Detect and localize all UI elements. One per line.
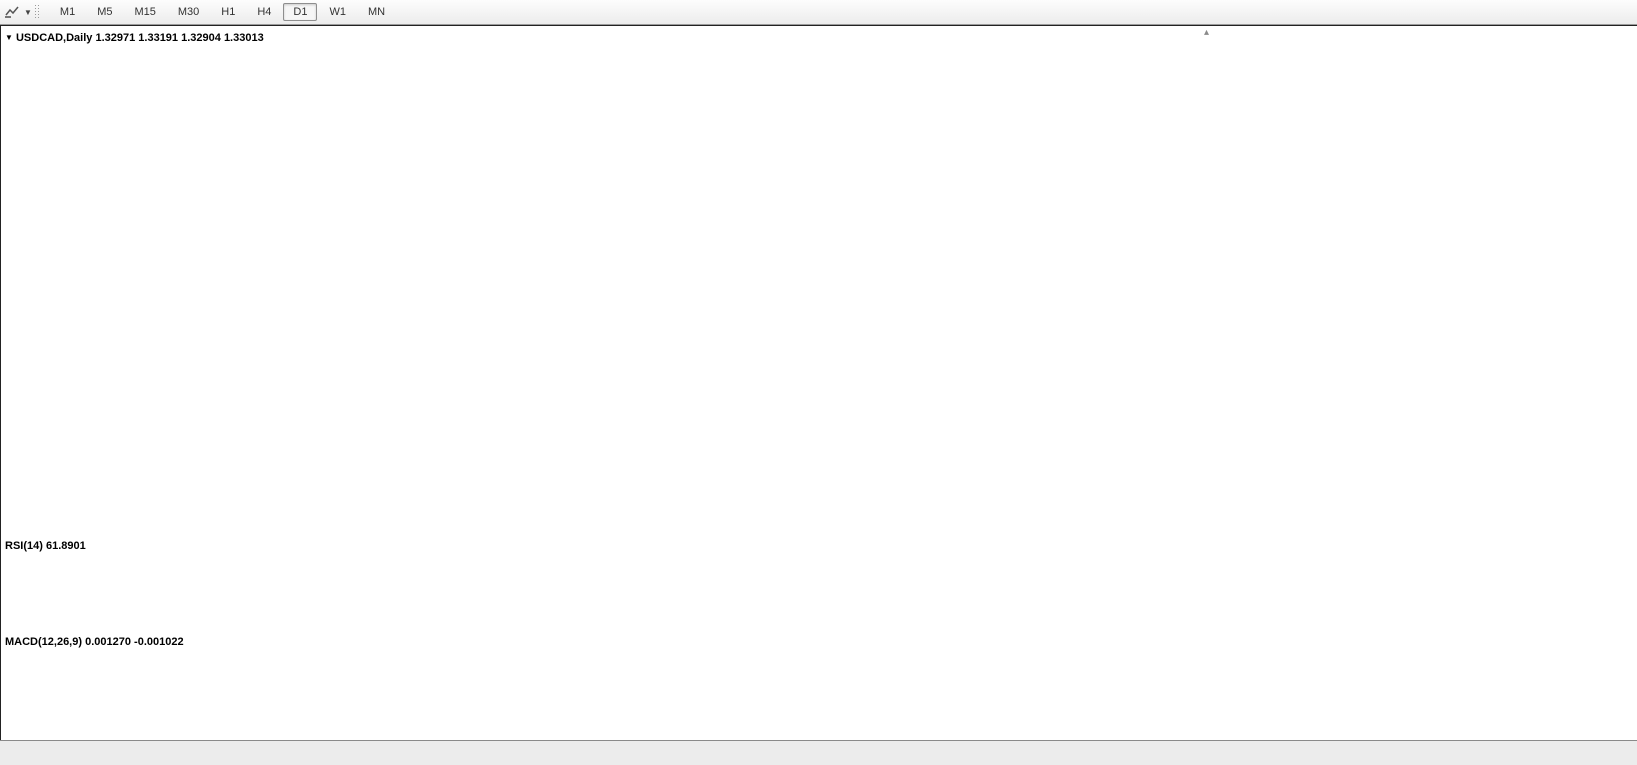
ohlc-close: 1.33013 (224, 32, 264, 44)
macd-signal-value: -0.001022 (134, 636, 184, 648)
chart-tool-group: ▼ (0, 0, 49, 24)
macd-main-value: 0.001270 (85, 636, 131, 648)
ohlc-high: 1.33191 (138, 32, 178, 44)
timeframe-button-m15[interactable]: M15 (124, 3, 165, 21)
chart-tab-bar (0, 740, 1637, 765)
timeframe-button-d1[interactable]: D1 (283, 3, 317, 21)
macd-indicator-label: MACD(12,26,9) 0.001270 -0.001022 (5, 636, 184, 648)
chart-subwindow: ▼ USDCAD,Daily 1.32971 1.33191 1.32904 1… (0, 25, 1637, 740)
rsi-indicator-label: RSI(14) 61.8901 (5, 540, 86, 552)
timeframe-toolbar: ▼ M1M5M15M30H1H4D1W1MN (0, 0, 1637, 25)
timeframe-button-h1[interactable]: H1 (211, 3, 245, 21)
chart-title: ▼ USDCAD,Daily 1.32971 1.33191 1.32904 1… (5, 32, 264, 44)
tool-dropdown-caret-icon[interactable]: ▼ (24, 8, 32, 17)
chart-symbol-label: USDCAD,Daily (16, 32, 92, 44)
timeframe-button-w1[interactable]: W1 (319, 3, 356, 21)
timeframe-button-m1[interactable]: M1 (50, 3, 85, 21)
chart-shift-marker[interactable]: ▴ (1204, 27, 1209, 38)
trading-platform-window: ▼ M1M5M15M30H1H4D1W1MN ▼ USDCAD,Daily 1.… (0, 0, 1637, 765)
rsi-value: 61.8901 (46, 540, 86, 552)
timeframe-button-m5[interactable]: M5 (87, 3, 122, 21)
timeframe-button-mn[interactable]: MN (358, 3, 395, 21)
collapse-arrow-icon[interactable]: ▼ (5, 33, 13, 42)
toolbar-grip[interactable] (34, 4, 39, 20)
timeframe-button-h4[interactable]: H4 (247, 3, 281, 21)
ohlc-open: 1.32971 (95, 32, 135, 44)
ohlc-low: 1.32904 (181, 32, 221, 44)
timeframe-button-m30[interactable]: M30 (168, 3, 209, 21)
cursor-tool-icon[interactable] (4, 4, 22, 20)
